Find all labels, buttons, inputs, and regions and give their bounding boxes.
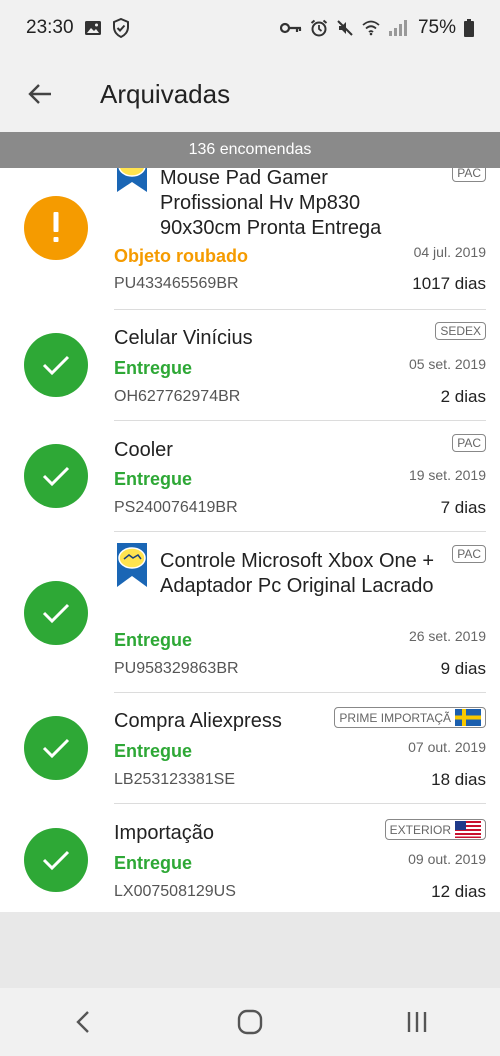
item-status: Entregue — [114, 469, 193, 489]
carrier-badge: PAC — [452, 168, 486, 182]
app-bar: Arquivadas — [0, 56, 500, 132]
item-date: 09 out. 2019 — [408, 851, 486, 867]
item-days: 2 dias — [440, 387, 486, 406]
check-icon — [42, 603, 70, 624]
arrow-back-icon — [28, 84, 51, 104]
status-circle — [24, 716, 88, 780]
status-circle — [24, 828, 88, 892]
list-item[interactable]: Celular Vinícius SEDEX Entregue 05 set. … — [0, 309, 500, 420]
list-item[interactable]: PAC Mouse Pad Gamer Profissional Hv Mp83… — [0, 168, 500, 297]
list-item[interactable]: Compra Aliexpress PRIME IMPORTAÇÃ Entreg… — [0, 692, 500, 803]
list-item[interactable]: Importação EXTERIOR Entregue 09 out. 201… — [0, 803, 500, 912]
item-title: Cooler — [114, 439, 173, 461]
nav-home-icon — [237, 1009, 263, 1035]
back-button[interactable] — [0, 56, 80, 132]
signal-icon — [388, 19, 410, 37]
system-nav-bar — [0, 988, 500, 1056]
package-list[interactable]: PAC Mouse Pad Gamer Profissional Hv Mp83… — [0, 168, 500, 912]
list-item[interactable]: Controle Microsoft Xbox One + Adaptador … — [0, 531, 500, 692]
item-code: OH627762974BR — [114, 388, 241, 405]
list-item[interactable]: Cooler PAC Entregue 19 set. 2019 PS24007… — [0, 420, 500, 531]
package-count-bar: 136 encomendas — [0, 132, 500, 168]
battery-icon — [464, 19, 474, 37]
item-title: Celular Vinícius — [114, 327, 253, 349]
status-time: 23:30 — [26, 17, 74, 38]
item-days: 7 dias — [440, 498, 486, 517]
status-circle — [24, 196, 88, 260]
package-count: 136 encomendas — [188, 141, 312, 158]
carrier-badge: EXTERIOR — [384, 819, 486, 840]
battery-percent: 75% — [417, 17, 456, 38]
item-date: 07 out. 2019 — [408, 739, 486, 755]
mercado-livre-logo — [117, 168, 147, 192]
item-days: 9 dias — [440, 659, 486, 678]
carrier-badge: PRIME IMPORTAÇÃ — [334, 707, 486, 728]
alarm-icon — [310, 19, 328, 37]
nav-home-button[interactable] — [220, 992, 280, 1052]
check-icon — [42, 355, 70, 376]
carrier-badge: PAC — [452, 434, 486, 452]
item-date: 19 set. 2019 — [408, 467, 486, 483]
item-title: Importação — [114, 822, 215, 844]
item-code: PU958329863BR — [114, 660, 239, 677]
exclamation-icon — [53, 212, 59, 242]
item-status: Objeto roubado — [114, 246, 248, 266]
item-code: LX007508129US — [114, 883, 236, 900]
item-title: Controle Microsoft Xbox One + Adaptador … — [160, 550, 435, 597]
item-days: 12 dias — [431, 882, 486, 901]
item-status: Entregue — [114, 853, 193, 873]
item-title: Mouse Pad Gamer Profissional Hv Mp830 90… — [160, 168, 382, 239]
status-circle — [24, 581, 88, 645]
item-code: PS240076419BR — [114, 499, 238, 516]
item-date: 26 set. 2019 — [408, 628, 486, 644]
gallery-icon — [84, 20, 102, 36]
item-code: LB253123381SE — [114, 771, 235, 788]
check-icon — [42, 466, 70, 487]
nav-back-icon — [76, 1011, 90, 1033]
item-date: 04 jul. 2019 — [413, 244, 486, 260]
shield-check-icon — [112, 18, 130, 38]
status-circle — [24, 444, 88, 508]
nav-recents-icon — [407, 1012, 426, 1032]
item-status: Entregue — [114, 630, 193, 650]
nav-back-button[interactable] — [53, 992, 113, 1052]
item-title: Compra Aliexpress — [114, 710, 282, 732]
key-icon — [279, 21, 302, 35]
carrier-badge: PAC — [452, 545, 486, 563]
mute-icon — [336, 19, 354, 37]
item-date: 05 set. 2019 — [408, 356, 486, 372]
item-status: Entregue — [114, 358, 193, 378]
page-title: Arquivadas — [100, 78, 231, 109]
status-circle — [24, 333, 88, 397]
usa-flag-icon — [455, 821, 481, 838]
item-days: 1017 dias — [412, 274, 486, 293]
item-days: 18 dias — [431, 770, 486, 789]
check-icon — [42, 738, 70, 759]
check-icon — [42, 850, 70, 871]
carrier-badge: SEDEX — [435, 322, 486, 340]
wifi-icon — [362, 20, 380, 36]
item-status: Entregue — [114, 741, 193, 761]
status-bar: 23:30 75% — [0, 0, 500, 56]
mercado-livre-logo — [117, 543, 147, 587]
nav-recents-button[interactable] — [387, 992, 447, 1052]
sweden-flag-icon — [455, 709, 481, 726]
item-code: PU433465569BR — [114, 275, 239, 292]
